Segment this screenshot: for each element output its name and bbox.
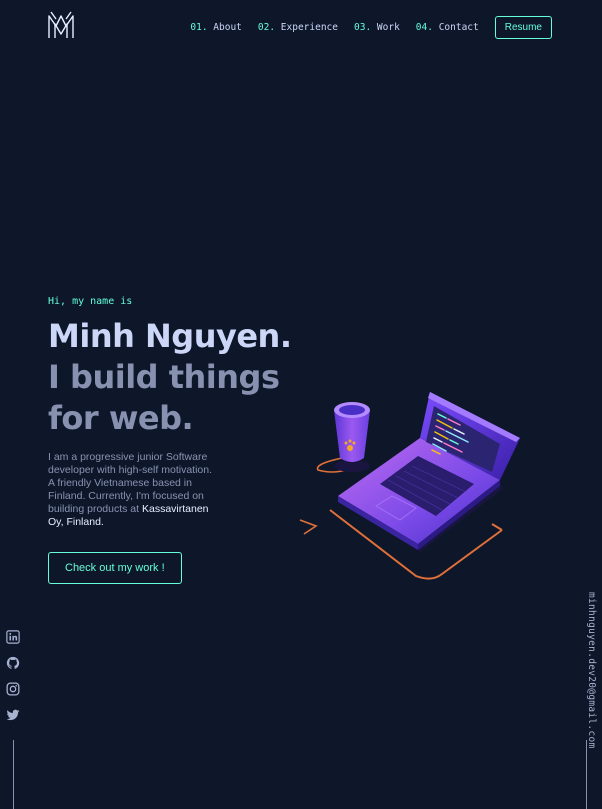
nav-label: Contact <box>438 22 479 33</box>
nav-label: About <box>213 22 242 33</box>
nav-number: 04. <box>415 22 433 33</box>
github-icon[interactable] <box>6 656 20 670</box>
linkedin-icon[interactable] <box>6 630 20 644</box>
resume-button[interactable]: Resume <box>494 16 552 39</box>
nav-item-work[interactable]: 03. Work <box>354 22 400 33</box>
hero-section: Hi, my name is Minh Nguyen. I build thin… <box>48 296 318 584</box>
instagram-icon[interactable] <box>6 682 20 696</box>
nav-number: 01. <box>190 22 208 33</box>
hero-name: Minh Nguyen. <box>48 317 292 355</box>
left-divider-line <box>13 740 14 809</box>
nav-label: Work <box>376 22 400 33</box>
nav-number: 02. <box>257 22 276 33</box>
main-nav: 01. About 02. Experience 03. Work 04. Co… <box>174 16 552 39</box>
social-links <box>6 630 22 734</box>
nav-item-contact[interactable]: 04. Contact <box>416 22 479 33</box>
check-out-work-button[interactable]: Check out my work ! <box>48 552 182 584</box>
hero-bio: I am a progressive junior Software devel… <box>48 451 213 529</box>
mm-monogram-logo-icon[interactable] <box>46 10 76 42</box>
hero-tagline: I build things for web. <box>48 358 280 437</box>
greeting: Hi, my name is <box>48 296 133 307</box>
nav-label: Experience <box>280 22 338 33</box>
right-divider-line <box>586 740 587 809</box>
twitter-icon[interactable] <box>6 708 20 722</box>
laptop-and-coffee-cup-illustration <box>299 392 520 580</box>
nav-item-experience[interactable]: 02. Experience <box>258 22 338 33</box>
nav-number: 03. <box>354 22 372 33</box>
nav-item-about[interactable]: 01. About <box>190 22 242 33</box>
email-link[interactable]: minhnguyen.dev20@gmail.com <box>586 592 597 749</box>
